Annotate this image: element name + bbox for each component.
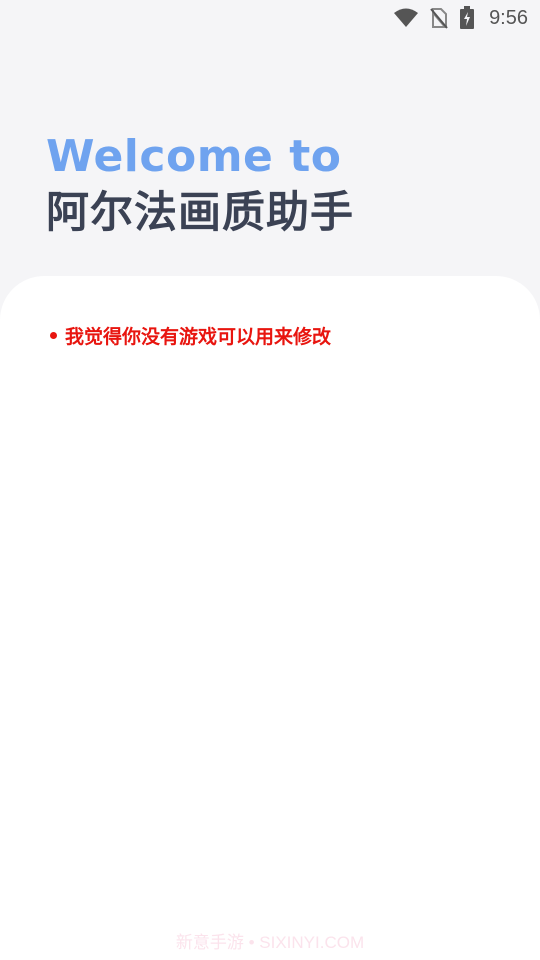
app-screen: 9:56 Welcome to 阿尔法画质助手 我觉得你没有游戏可以用来修改 新…	[0, 0, 540, 960]
bullet-dot-icon	[50, 332, 57, 339]
watermark: 新意手游 • SIXINYI.COM	[175, 933, 365, 952]
welcome-header: Welcome to 阿尔法画质助手	[46, 130, 354, 242]
notice-text: 我觉得你没有游戏可以用来修改	[65, 326, 332, 348]
welcome-text: Welcome to	[46, 131, 342, 182]
notice-message: 我觉得你没有游戏可以用来修改	[50, 322, 331, 349]
app-title: 阿尔法画质助手	[46, 188, 354, 238]
wifi-icon	[393, 8, 419, 28]
battery-charging-icon	[459, 6, 475, 30]
no-sim-icon	[429, 7, 449, 29]
content-card	[0, 276, 540, 960]
status-bar: 9:56	[0, 0, 540, 36]
status-clock: 9:56	[489, 6, 528, 29]
